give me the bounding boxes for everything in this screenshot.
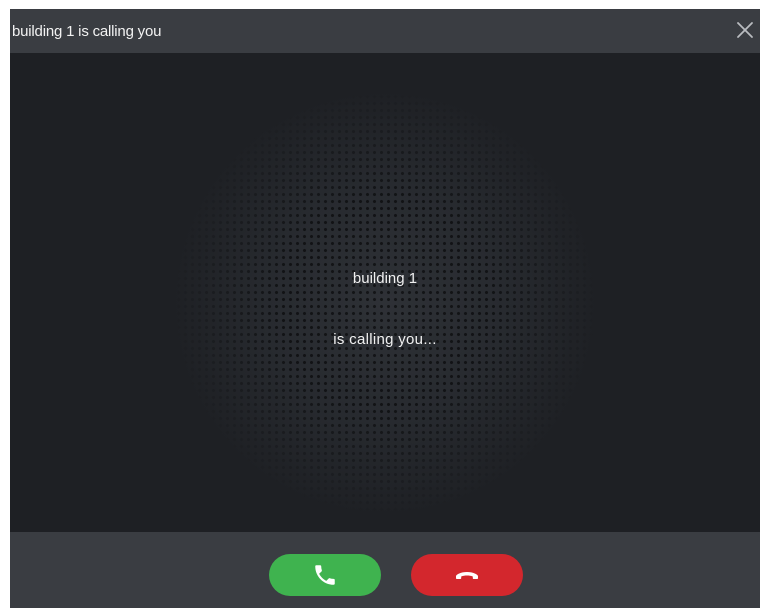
title-bar: building 1 is calling you [10, 9, 760, 53]
answer-button[interactable] [269, 554, 381, 596]
dot-pattern [175, 93, 595, 513]
calling-status: is calling you... [333, 331, 437, 348]
phone-hangup-icon [456, 572, 478, 579]
close-icon [737, 22, 753, 38]
close-button[interactable] [732, 17, 758, 43]
window-title: building 1 is calling you [12, 22, 162, 40]
incoming-call-window: building 1 is calling you building 1 is … [10, 9, 760, 608]
caller-name: building 1 [352, 270, 418, 287]
call-actions-bar [10, 532, 760, 608]
call-stage: building 1 is calling you... [10, 53, 760, 532]
phone-answer-icon [315, 565, 335, 585]
decline-button[interactable] [411, 554, 523, 596]
